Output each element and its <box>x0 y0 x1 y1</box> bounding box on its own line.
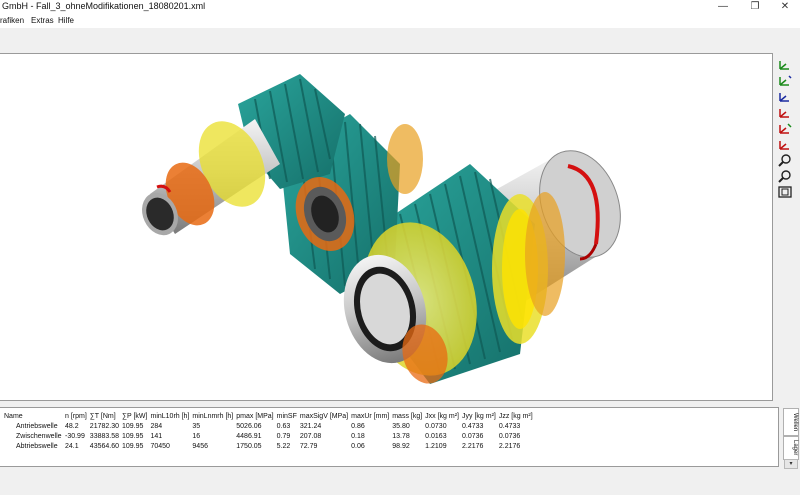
table-cell: Antriebswelle <box>16 422 58 430</box>
table-cell: 284 <box>150 422 163 430</box>
table-cell: 141 <box>150 432 163 440</box>
shaft-results-table: Name n [rpm] ∑T [Nm] ∑P [kW] minL10rh [h… <box>4 411 536 451</box>
axis-view-icon[interactable] <box>777 57 793 71</box>
title-bar: GmbH - Fall_3_ohneModifikationen_1808020… <box>0 0 800 15</box>
menu-grafiken[interactable]: rafiken <box>0 16 24 25</box>
table-cell: 0.0736 <box>462 432 484 440</box>
table-cell: 43564.60 <box>89 442 119 450</box>
menu-bar: rafiken Extras Hilfe <box>0 15 800 28</box>
axis-view-red-icon[interactable] <box>777 121 793 135</box>
zoom-icon[interactable] <box>777 153 793 167</box>
axis-view-icon[interactable] <box>777 89 793 103</box>
table-cell: 70450 <box>150 442 170 450</box>
table-cell: -30.99 <box>65 432 85 440</box>
table-cell: 16 <box>192 432 201 440</box>
table-cell: 1.2109 <box>425 442 447 450</box>
menu-extras[interactable]: Extras <box>31 16 54 25</box>
table-cell: 2.2176 <box>498 442 521 450</box>
axis-view-icon[interactable] <box>777 73 793 87</box>
table-cell: 321.24 <box>299 422 322 430</box>
table-cell: 24.1 <box>65 442 79 450</box>
table-cell: 0.0736 <box>498 432 521 440</box>
table-cell: 21782.30 <box>89 422 119 430</box>
table-header-row: Name n [rpm] ∑T [Nm] ∑P [kW] minL10rh [h… <box>4 411 536 421</box>
axis-view-red-icon[interactable] <box>777 137 793 151</box>
table-cell: 35.80 <box>392 422 410 430</box>
table-cell: 98.92 <box>392 442 410 450</box>
table-cell: 0.63 <box>276 422 291 430</box>
table-cell: 5.22 <box>276 442 291 450</box>
restore-button[interactable]: ❐ <box>740 0 770 15</box>
col-header[interactable]: maxUr [mm] <box>351 411 392 421</box>
table-cell: 0.0730 <box>425 422 447 430</box>
table-cell: 0.86 <box>351 422 365 430</box>
tab-wellen[interactable]: Wellen <box>783 408 799 436</box>
table-row[interactable]: Abtriebswelle 24.1 43564.60 109.95 70450… <box>4 441 536 451</box>
table-cell: 72.79 <box>299 442 318 450</box>
table-cell: 109.95 <box>122 442 144 450</box>
zoom-fit-icon[interactable] <box>777 185 793 199</box>
table-cell: 48.2 <box>65 422 79 430</box>
table-cell: 0.0163 <box>425 432 447 440</box>
table-row[interactable]: Antriebswelle 48.2 21782.30 109.95 284 3… <box>4 421 536 431</box>
col-header[interactable]: pmax [MPa] <box>236 411 276 421</box>
table-row[interactable]: Zwischenwelle -30.99 33883.58 109.95 141… <box>4 431 536 441</box>
table-cell: 33883.58 <box>89 432 119 440</box>
gearbox-render <box>142 74 621 384</box>
table-cell: 207.08 <box>299 432 322 440</box>
col-header[interactable]: minL10rh [h] <box>150 411 192 421</box>
table-cell: 1750.05 <box>236 442 262 450</box>
col-header[interactable]: Jzz [kg m²] <box>499 411 536 421</box>
col-header[interactable]: Jyy [kg m²] <box>462 411 499 421</box>
view-toolbar <box>777 57 795 201</box>
table-cell: 109.95 <box>122 422 144 430</box>
table-cell: Abtriebswelle <box>16 442 58 450</box>
minimize-button[interactable]: — <box>708 0 738 15</box>
close-button[interactable]: ✕ <box>770 0 800 15</box>
col-header[interactable]: ∑P [kW] <box>122 411 150 421</box>
table-cell: Zwischenwelle <box>16 432 62 440</box>
col-header[interactable]: maxSigV [MPa] <box>300 411 351 421</box>
window-title: GmbH - Fall_3_ohneModifikationen_1808020… <box>2 1 206 11</box>
axis-view-red-icon[interactable] <box>777 105 793 119</box>
tab-lager[interactable]: Lager <box>783 436 799 460</box>
table-cell: 0.06 <box>351 442 365 450</box>
table-cell: 0.4733 <box>498 422 521 430</box>
table-cell: 35 <box>192 422 201 430</box>
input-shaft <box>142 119 280 236</box>
table-cell: 4486.91 <box>236 432 262 440</box>
table-cell: 9456 <box>192 442 208 450</box>
col-header[interactable]: ∑T [Nm] <box>90 411 122 421</box>
col-header[interactable]: minSF <box>277 411 300 421</box>
table-cell: 109.95 <box>122 432 144 440</box>
table-cell: 0.4733 <box>462 422 484 430</box>
3d-viewport[interactable] <box>0 53 773 401</box>
table-cell: 13.78 <box>392 432 410 440</box>
col-header[interactable]: n [rpm] <box>65 411 90 421</box>
table-cell: 0.18 <box>351 432 365 440</box>
results-panel: Name n [rpm] ∑T [Nm] ∑P [kW] minL10rh [h… <box>0 407 779 467</box>
col-header[interactable]: Jxx [kg m²] <box>425 411 462 421</box>
zoom-icon[interactable] <box>777 169 793 183</box>
table-cell: 2.2176 <box>462 442 484 450</box>
col-header[interactable]: mass [kg] <box>392 411 425 421</box>
table-cell: 5026.06 <box>236 422 262 430</box>
col-header[interactable]: Name <box>4 411 65 421</box>
table-cell: 0.79 <box>276 432 291 440</box>
menu-hilfe[interactable]: Hilfe <box>58 16 74 25</box>
col-header[interactable]: minLnmrh [h] <box>192 411 236 421</box>
scroll-down-button[interactable]: ▾ <box>784 459 798 469</box>
